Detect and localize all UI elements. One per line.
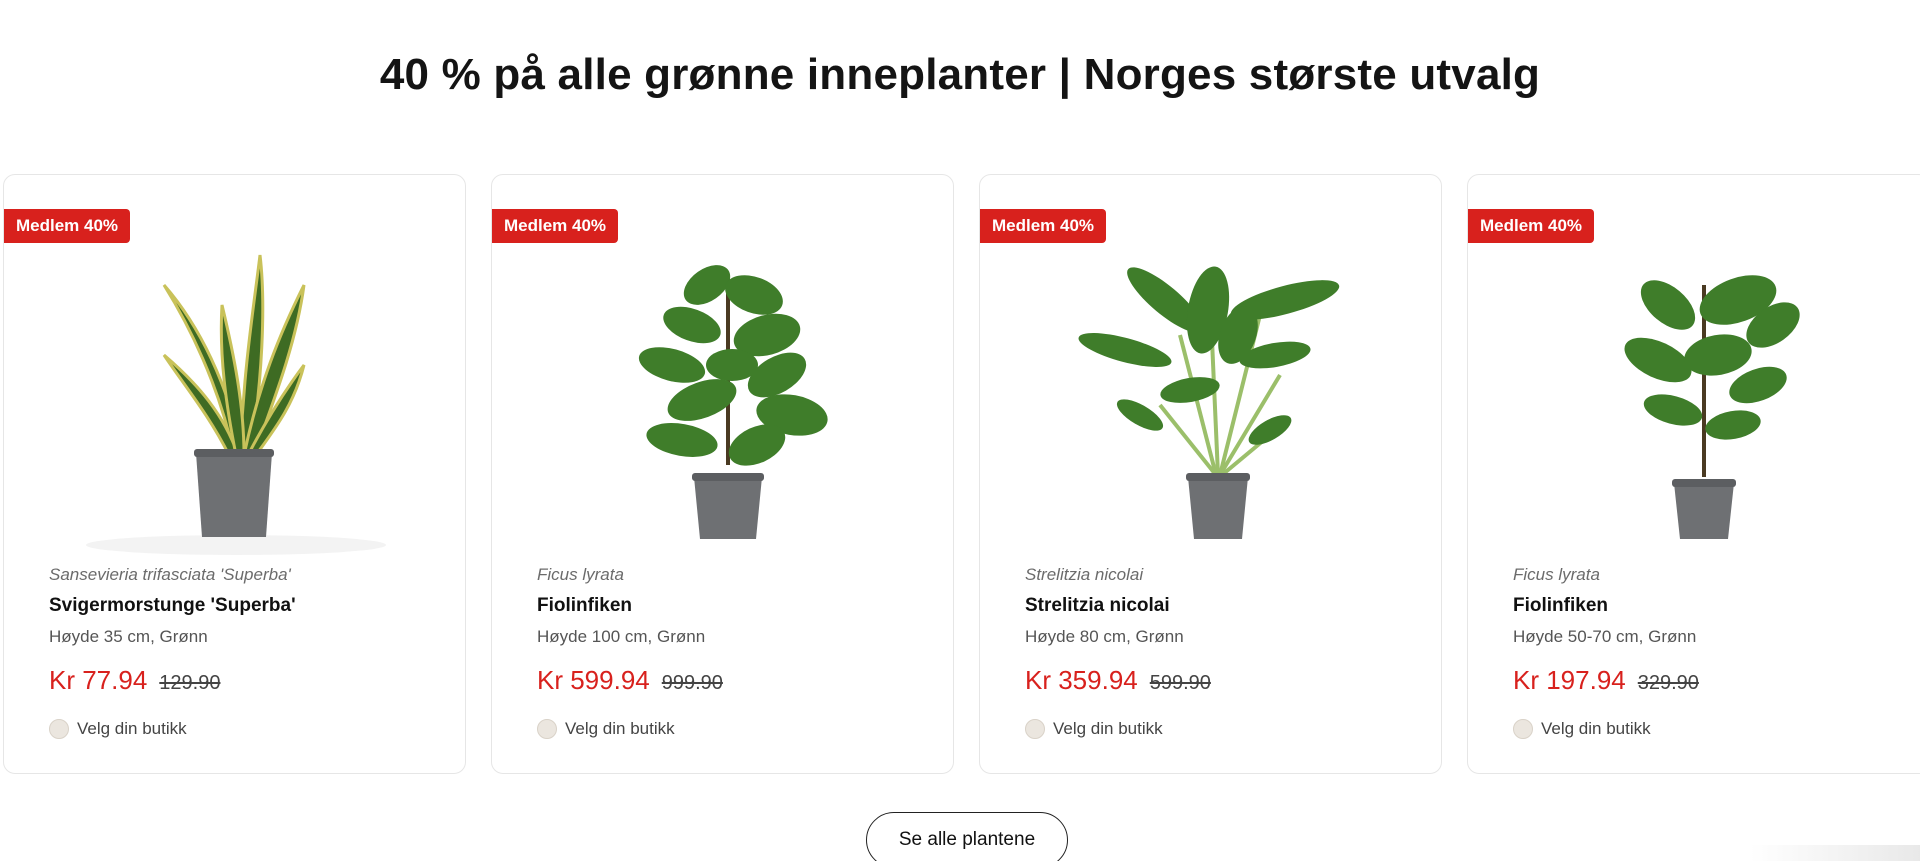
member-discount-badge: Medlem 40% [492, 209, 619, 243]
see-all-plants-button[interactable]: Se alle plantene [866, 812, 1068, 861]
sale-price: Kr 197.94 [1513, 665, 1626, 695]
fiddle-leaf-fig-image[interactable] [492, 215, 955, 585]
select-store-label: Velg din butikk [1541, 719, 1651, 738]
sale-price: Kr 359.94 [1025, 665, 1138, 695]
select-store-label: Velg din butikk [565, 719, 675, 738]
store-status-dot-icon [1025, 719, 1045, 739]
bird-of-paradise-image[interactable] [980, 215, 1443, 585]
product-spec: Høyde 80 cm, Grønn [1025, 627, 1184, 646]
sale-price: Kr 599.94 [537, 665, 650, 695]
price-row: Kr 359.94 599.90 [1025, 665, 1211, 696]
select-store-button[interactable]: Velg din butikk [1513, 719, 1651, 739]
product-name[interactable]: Fiolinfiken [537, 595, 632, 617]
price-row: Kr 197.94 329.90 [1513, 665, 1699, 696]
product-latin-name: Sansevieria trifasciata 'Superba' [49, 565, 291, 584]
product-section: 40 % på alle grønne inneplanter | Norges… [0, 0, 1920, 861]
member-discount-badge: Medlem 40% [4, 209, 131, 243]
product-card[interactable]: Medlem 40% Ficus lyrata Fiolinfiken Høyd… [491, 174, 954, 774]
product-latin-name: Strelitzia nicolai [1025, 565, 1144, 584]
product-name[interactable]: Svigermorstunge 'Superba' [49, 595, 296, 617]
original-price: 999.90 [661, 672, 723, 694]
snake-plant-image[interactable] [4, 215, 467, 585]
select-store-label: Velg din butikk [1053, 719, 1163, 738]
product-spec: Høyde 50-70 cm, Grønn [1513, 627, 1697, 646]
product-card[interactable]: Medlem 40% Sansevieria trifasciata 'Supe… [3, 174, 466, 774]
product-card[interactable]: Medlem 40% Ficus lyrata Fiolinfiken Høyd… [1467, 174, 1920, 774]
product-card[interactable]: Medlem 40% Strelitzia nicolai Strelitzia… [979, 174, 1442, 774]
original-price: 599.90 [1149, 672, 1211, 694]
select-store-button[interactable]: Velg din butikk [537, 719, 675, 739]
store-status-dot-icon [1513, 719, 1533, 739]
product-latin-name: Ficus lyrata [537, 565, 624, 584]
original-price: 329.90 [1637, 672, 1699, 694]
member-discount-badge: Medlem 40% [980, 209, 1107, 243]
store-status-dot-icon [49, 719, 69, 739]
fiddle-leaf-fig-small-image[interactable] [1468, 215, 1920, 585]
product-name[interactable]: Fiolinfiken [1513, 595, 1608, 617]
original-price: 129.90 [159, 672, 221, 694]
sale-price: Kr 77.94 [49, 665, 148, 695]
product-name[interactable]: Strelitzia nicolai [1025, 595, 1170, 617]
product-spec: Høyde 35 cm, Grønn [49, 627, 208, 646]
price-row: Kr 599.94 999.90 [537, 665, 723, 696]
store-status-dot-icon [537, 719, 557, 739]
select-store-button[interactable]: Velg din butikk [1025, 719, 1163, 739]
product-latin-name: Ficus lyrata [1513, 565, 1600, 584]
section-title: 40 % på alle grønne inneplanter | Norges… [379, 50, 1541, 99]
select-store-label: Velg din butikk [77, 719, 187, 738]
member-discount-badge: Medlem 40% [1468, 209, 1595, 243]
select-store-button[interactable]: Velg din butikk [49, 719, 187, 739]
product-spec: Høyde 100 cm, Grønn [537, 627, 706, 646]
scroll-shadow-decoration [1750, 845, 1920, 861]
price-row: Kr 77.94 129.90 [49, 665, 220, 696]
product-carousel[interactable]: Medlem 40% Sansevieria trifasciata 'Supe… [3, 174, 1920, 776]
